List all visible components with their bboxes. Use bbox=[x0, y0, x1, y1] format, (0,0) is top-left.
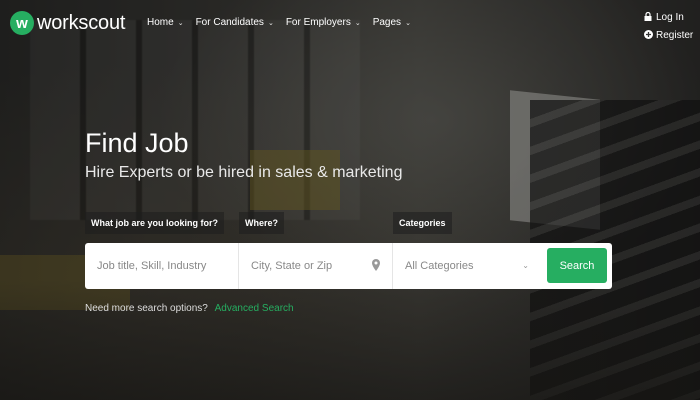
nav-item-label: Home bbox=[147, 17, 174, 28]
nav-item-pages[interactable]: Pages ⌄ bbox=[373, 17, 411, 28]
search-bar: Job title, Skill, Industry City, State o… bbox=[85, 243, 612, 289]
search-button[interactable]: Search bbox=[547, 248, 607, 283]
nav-item-label: For Candidates bbox=[195, 17, 264, 28]
more-search-options: Need more search options? Advanced Searc… bbox=[85, 303, 294, 314]
label-what-job: What job are you looking for? bbox=[85, 212, 224, 234]
advanced-search-link[interactable]: Advanced Search bbox=[215, 303, 294, 314]
auth-links: Log In Register bbox=[643, 9, 693, 45]
login-label: Log In bbox=[656, 12, 684, 23]
hero-subtitle: Hire Experts or be hired in sales & mark… bbox=[85, 164, 403, 181]
nav-item-for-candidates[interactable]: For Candidates ⌄ bbox=[196, 17, 274, 28]
label-categories: Categories bbox=[393, 212, 452, 234]
logo-badge-icon: w bbox=[10, 11, 34, 35]
nav-item-home[interactable]: Home ⌄ bbox=[147, 17, 184, 28]
map-pin-icon bbox=[372, 259, 380, 271]
chevron-down-icon: ⌄ bbox=[267, 19, 274, 27]
job-keyword-input[interactable]: Job title, Skill, Industry bbox=[85, 243, 239, 289]
register-link[interactable]: Register bbox=[643, 27, 693, 45]
chevron-down-icon: ⌄ bbox=[177, 19, 184, 27]
logo[interactable]: w workscout bbox=[10, 11, 125, 35]
category-selected-value: All Categories bbox=[405, 260, 474, 272]
category-select[interactable]: All Categories ⌄ bbox=[393, 243, 539, 289]
background-overlay bbox=[0, 0, 700, 400]
chevron-down-icon: ⌄ bbox=[405, 19, 411, 27]
register-label: Register bbox=[656, 30, 694, 41]
more-options-text: Need more search options? bbox=[85, 303, 208, 314]
job-keyword-placeholder: Job title, Skill, Industry bbox=[97, 260, 207, 272]
location-input[interactable]: City, State or Zip bbox=[239, 243, 393, 289]
login-link[interactable]: Log In bbox=[643, 9, 693, 27]
nav-item-label: Pages bbox=[372, 17, 402, 28]
chevron-down-icon: ⌄ bbox=[354, 19, 361, 27]
logo-text: workscout bbox=[37, 11, 126, 34]
plus-circle-icon bbox=[643, 27, 653, 45]
nav-item-for-employers[interactable]: For Employers ⌄ bbox=[286, 17, 361, 28]
lock-icon bbox=[643, 9, 653, 27]
chevron-down-icon: ⌄ bbox=[522, 261, 529, 270]
label-where: Where? bbox=[239, 212, 285, 234]
main-nav: Home ⌄ For Candidates ⌄ For Employers ⌄ … bbox=[147, 17, 423, 28]
nav-item-label: For Employers bbox=[285, 17, 351, 28]
hero-title: Find Job bbox=[85, 128, 189, 158]
location-placeholder: City, State or Zip bbox=[251, 260, 333, 272]
site-header: w workscout Home ⌄ For Candidates ⌄ For … bbox=[0, 0, 700, 50]
